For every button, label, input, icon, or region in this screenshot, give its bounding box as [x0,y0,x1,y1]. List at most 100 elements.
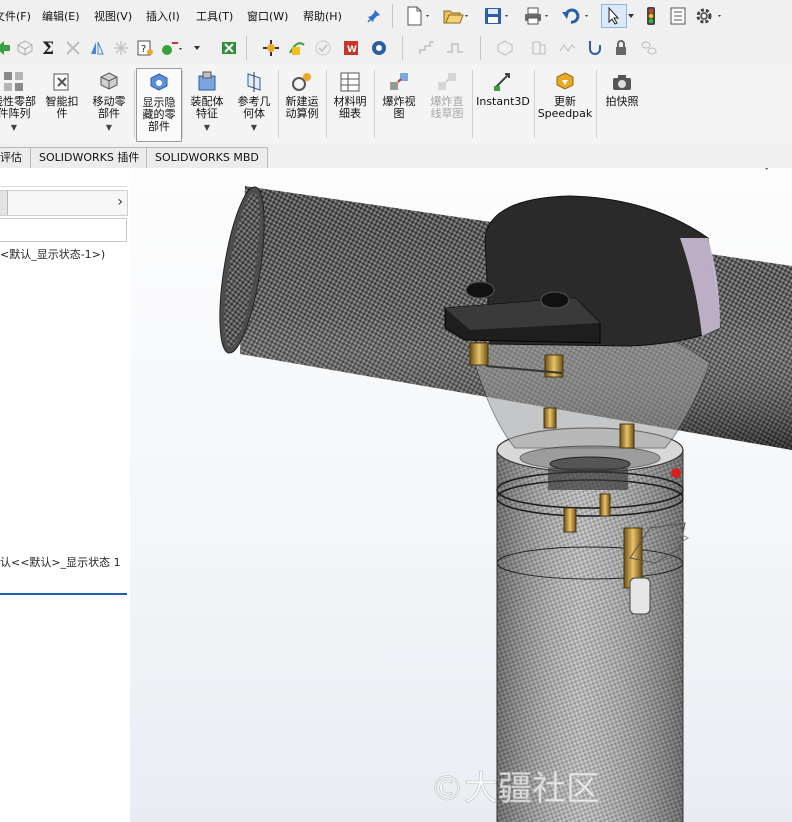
sigma-equations-icon[interactable]: Σ [38,37,60,59]
mate-disabled-icon[interactable] [62,37,84,59]
explode-line-sketch-icon [424,68,470,94]
config-name-text: <默认_显示状态-1>) [0,248,106,261]
menu-insert[interactable]: 插入(I) [146,8,180,24]
part-disabled-icon[interactable] [494,37,516,59]
graphics-viewport[interactable]: ©大疆社区 [130,168,792,822]
exploded-view-button[interactable]: 爆炸视 图 [376,68,422,140]
menu-file[interactable]: 文件(F) [0,8,31,24]
panel-divider[interactable] [0,593,127,595]
svg-text:W: W [347,45,357,55]
open-folder-icon[interactable] [442,5,472,27]
take-snapshot-button[interactable]: 拍快照 [598,68,646,140]
svg-text:Σ: Σ [42,39,54,57]
black-clamp [444,195,721,347]
dropdown-arrow-icon[interactable] [186,37,208,59]
chevron-down-icon[interactable]: ▼ [86,122,132,134]
undo-icon[interactable] [560,5,594,27]
pattern-disabled-icon[interactable] [110,37,132,59]
smart-fastener-icon [40,68,84,94]
explode-line-sketch-button[interactable]: 爆炸直 线草图 [424,68,470,140]
menu-tools[interactable]: 工具(T) [196,8,233,24]
instant3d-button[interactable]: Instant3D [474,68,532,140]
green-arrow-icon[interactable] [0,37,14,59]
excel-table-icon[interactable] [218,37,240,59]
speedpak-icon [536,68,594,94]
configuration-bottom-text: 认<<默认>_显示状态 1 [0,554,136,572]
check-interference-icon[interactable]: ? [134,37,156,59]
command-label: 爆炸直 线草图 [430,95,464,120]
circle-settings-icon[interactable] [368,37,390,59]
secondary-toolbar: Σ ? W [0,32,792,65]
command-label: 新建运 动算例 [285,95,319,120]
command-label: 智能扣 件 [45,95,79,120]
watermark-text: ©大疆社区 [430,769,600,809]
move-component-button[interactable]: 移动零 部件 ▼ [86,68,132,140]
command-tabs: 评估 SOLIDWORKS 插件 SOLIDWORKS MBD [0,144,792,169]
chevron-down-icon[interactable]: ▼ [232,122,276,134]
mirror-component-icon[interactable] [86,37,108,59]
menu-help[interactable]: 帮助(H) [303,8,342,24]
exploded-view-icon [376,68,422,94]
command-label: 拍快照 [605,95,639,108]
wave-disabled-icon[interactable] [556,37,578,59]
update-speedpak-button[interactable]: 更新 Speedpak [536,68,594,140]
command-label: 材料明 细表 [333,95,367,120]
command-label: 参考几 何体 [237,95,271,120]
curve-driven-icon[interactable] [286,37,308,59]
new-motion-study-button[interactable]: 新建运 动算例 [280,68,324,140]
explode-icon[interactable] [260,37,282,59]
menu-bar: 文件(F) 编辑(E) 视图(V) 插入(I) 工具(T) 窗口(W) 帮助(H… [0,0,792,33]
command-label: Instant3D [476,95,530,108]
menu-edit[interactable]: 编辑(E) [42,8,80,24]
command-label: 显示隐 藏的零 部件 [142,96,176,133]
move-component-icon [86,68,132,94]
instant3d-icon [474,68,532,94]
hide-component-icon[interactable] [14,37,36,59]
tab-solidworks-mbd[interactable]: SOLIDWORKS MBD [146,147,268,168]
feature-manager-panel: › <默认_显示状态-1>) 认<<默认>_显示状态 1 [0,168,136,822]
pin-icon[interactable] [366,5,382,27]
assembly-feature-icon [184,68,230,94]
step-chart-disabled-icon[interactable] [416,37,438,59]
chain-disabled-icon[interactable] [638,37,660,59]
linear-component-pattern-button[interactable]: 线性零部 件阵列 ▼ [0,68,36,140]
bill-of-materials-button[interactable]: 材料明 细表 [328,68,372,140]
panel-tab-active[interactable] [0,191,8,215]
bom-table-icon [328,68,372,94]
assembly-model: ©大疆社区 [219,186,792,822]
smart-mates-icon[interactable] [160,37,182,59]
panel-tab-strip: › [0,190,128,216]
word-report-icon[interactable]: W [340,37,362,59]
chevron-down-icon[interactable]: ▼ [0,122,36,134]
print-icon[interactable] [522,5,552,27]
rebuild-traffic-light-icon[interactable] [642,5,660,27]
new-document-icon[interactable] [404,5,434,27]
tab-evaluate[interactable]: 评估 [0,147,31,168]
pulse-disabled-icon[interactable] [444,37,466,59]
menu-view[interactable]: 视图(V) [94,8,132,24]
command-manager: 线性零部 件阵列 ▼ 智能扣 件 移动零 部件 ▼ 显示隐 藏的零 部件 装配体… [0,64,792,145]
chevron-down-icon[interactable]: ▼ [184,122,230,134]
file-properties-icon[interactable] [668,5,688,27]
smart-fasteners-button[interactable]: 智能扣 件 [40,68,84,140]
options-gear-icon[interactable] [693,5,725,27]
command-label: 线性零部 件阵列 [0,95,36,120]
camera-icon [598,68,646,94]
save-icon[interactable] [482,5,512,27]
chevron-right-icon[interactable]: › [117,194,123,210]
command-label: 爆炸视 图 [382,95,416,120]
select-cursor-icon[interactable] [601,4,627,28]
menu-window[interactable]: 窗口(W) [247,8,288,24]
lock-part-icon[interactable] [610,37,632,59]
filter-input[interactable] [0,218,127,242]
panel-header [0,172,127,187]
hook-tool-icon[interactable] [584,37,606,59]
tab-solidworks-addins[interactable]: SOLIDWORKS 插件 [30,147,149,168]
select-dropdown-icon[interactable] [626,5,636,27]
checkmark-disabled-icon[interactable] [312,37,334,59]
assembly-features-button[interactable]: 装配体 特征 ▼ [184,68,230,140]
show-hidden-components-button[interactable]: 显示隐 藏的零 部件 [136,68,182,142]
reference-geometry-button[interactable]: 参考几 何体 ▼ [232,68,276,140]
command-label: 更新 Speedpak [537,95,593,120]
section-disabled-icon[interactable] [528,37,550,59]
